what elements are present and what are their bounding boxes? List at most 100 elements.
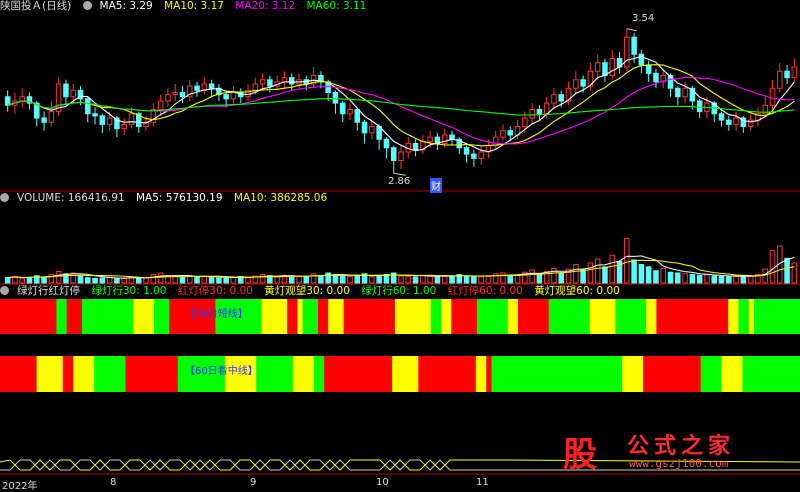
volume-bar: [609, 254, 616, 284]
volume-bar: [507, 275, 514, 284]
volume-bar: [718, 275, 725, 284]
ma5-value: MA5: 3.29: [99, 0, 153, 12]
signal-segment: [589, 299, 616, 334]
volume-bar: [514, 274, 521, 284]
finance-marker[interactable]: 财: [430, 178, 442, 193]
signal-segment: [742, 356, 800, 392]
volume-bar: [318, 275, 324, 284]
low-arrow: [393, 172, 406, 176]
volume-bar: [274, 276, 280, 284]
low-annotation: 2.86: [388, 176, 411, 187]
volume-bar: [157, 272, 164, 284]
x-label-nov: 11: [476, 477, 489, 488]
signal-segment: [66, 299, 83, 334]
stock-chart[interactable]: [0, 0, 800, 489]
signal-bands: [0, 299, 800, 392]
volume-bar: [689, 274, 696, 284]
volume-bar: [594, 258, 601, 284]
vol-ma5-value: MA5: 576130.19: [135, 192, 223, 204]
vol-ma10-value: MA10: 386285.06: [233, 192, 328, 204]
signal-segment: [430, 299, 442, 334]
high-arrow: [626, 28, 637, 32]
volume-bar: [696, 274, 703, 284]
candle: [121, 123, 127, 130]
signal-segment: [486, 356, 493, 392]
x-label-aug: 8: [110, 477, 117, 488]
signal-segment: [62, 356, 74, 392]
signal-segment: [328, 299, 345, 334]
volume-bar: [667, 271, 674, 284]
signal-segment: [392, 356, 419, 392]
volume-bar: [747, 275, 754, 284]
candle: [369, 126, 375, 134]
candle: [645, 64, 652, 74]
price-title[interactable]: 陕国投Ａ(日线): [0, 0, 71, 12]
signal-segment: [153, 299, 170, 334]
high-annotation: 3.54: [632, 13, 655, 24]
watermark-logo: 股 公式之家 www.gszj100.com: [555, 427, 800, 475]
signal-segment: [507, 299, 519, 334]
volume-bar: [463, 275, 470, 284]
volume-bar: [223, 277, 229, 284]
volume-bar: [55, 270, 62, 284]
candle: [281, 77, 288, 83]
candle: [332, 92, 339, 104]
signal-segment: [36, 356, 64, 392]
candle: [19, 96, 25, 102]
volume-bar: [675, 272, 681, 284]
candle: [383, 138, 390, 149]
volume-bar: [230, 276, 237, 284]
settings-icon[interactable]: [82, 1, 92, 10]
signal-segment: [548, 299, 591, 334]
volume-bar: [114, 278, 120, 284]
candle: [4, 96, 11, 106]
volume-bar: [791, 262, 798, 284]
price-pane[interactable]: [4, 28, 798, 176]
volume-bar: [645, 266, 652, 284]
candle: [463, 147, 470, 155]
settings-icon[interactable]: [0, 193, 9, 202]
volume-bar: [536, 273, 543, 284]
signal-segment: [133, 299, 155, 334]
signal-segment: [622, 356, 644, 392]
red60-value: 红灯停60: 0.00: [447, 285, 523, 297]
volume-bar: [420, 275, 426, 284]
indicator-name[interactable]: 绿灯行红灯停: [17, 285, 80, 297]
candle: [624, 36, 630, 68]
signal-segment: [491, 356, 623, 392]
volume-bar: [172, 275, 178, 284]
settings-icon[interactable]: [0, 286, 9, 295]
volume-bar: [682, 273, 688, 284]
candle: [208, 83, 215, 89]
volume-bar: [143, 277, 149, 284]
volume-bar: [573, 264, 579, 284]
signal-segment: [73, 356, 95, 392]
candle: [165, 94, 171, 102]
signal-segment: [394, 299, 432, 334]
ma10-line: [7, 64, 795, 147]
signal-segment: [517, 299, 550, 334]
band-label-long: 【60日看中线】: [185, 366, 258, 377]
volume-bar: [41, 276, 47, 284]
candle: [594, 62, 601, 72]
candle: [696, 100, 703, 113]
volume-bar: [485, 275, 492, 284]
volume-bar: [558, 272, 565, 284]
signal-segment: [0, 299, 57, 334]
signal-segment: [646, 299, 657, 334]
candle: [449, 134, 455, 140]
volume-bar: [201, 275, 208, 284]
signal-segment: [297, 299, 304, 334]
signal-segment: [748, 299, 755, 334]
volume-bar: [580, 269, 586, 284]
green30-value: 绿灯行30: 1.00: [91, 285, 167, 297]
candle: [784, 70, 790, 79]
signal-segment: [125, 356, 179, 392]
volume-pane[interactable]: [4, 237, 798, 284]
volume-bar: [339, 275, 346, 284]
price-header: 陕国投Ａ(日线) MA5: 3.29 MA10: 3.17 MA20: 3.12…: [0, 0, 374, 13]
volume-bar: [354, 274, 361, 284]
candle: [777, 70, 783, 89]
volume-bar: [492, 273, 499, 284]
volume-bar: [63, 273, 69, 284]
